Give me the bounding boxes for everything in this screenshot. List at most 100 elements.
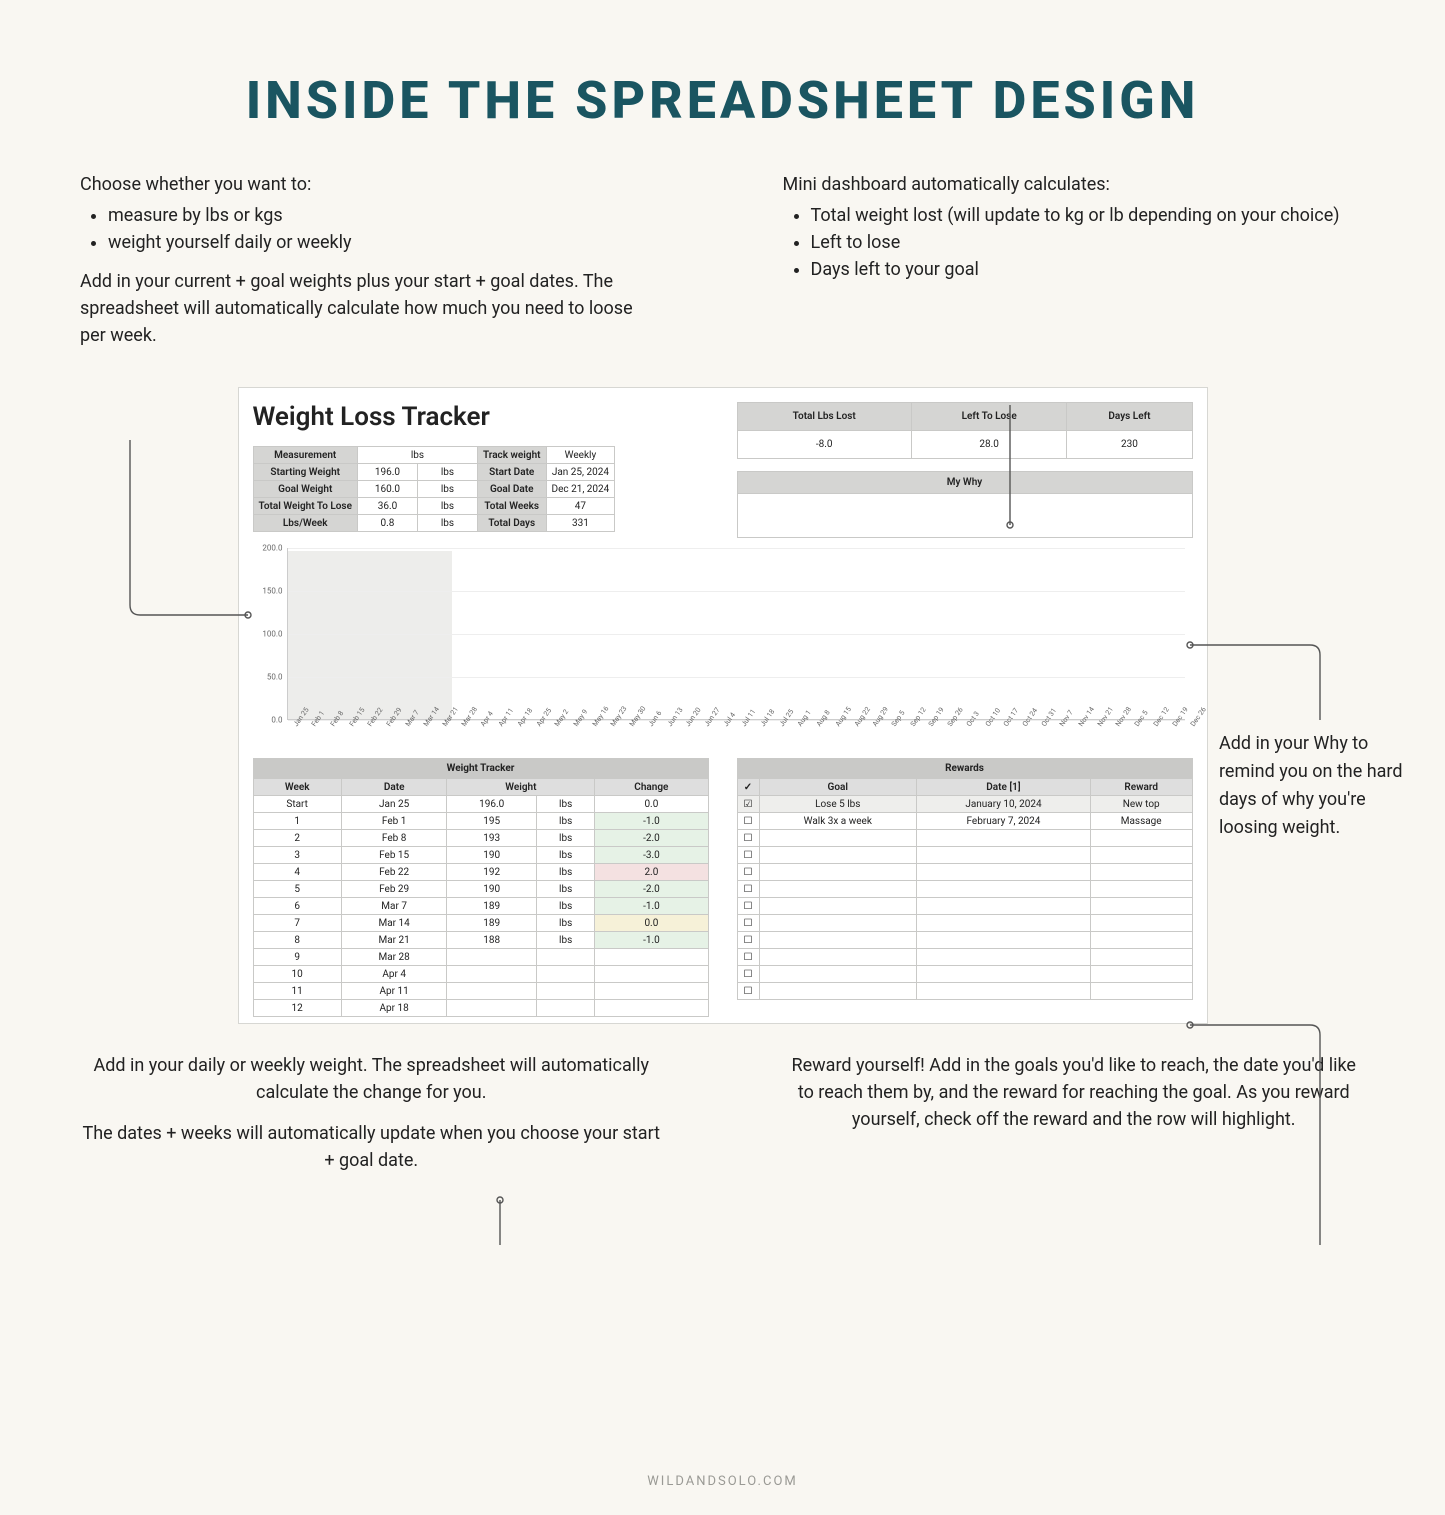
cell[interactable]	[1090, 864, 1192, 881]
reward-checkbox[interactable]: ☐	[737, 915, 759, 932]
cell[interactable]	[1090, 881, 1192, 898]
table-row[interactable]: ☐	[737, 932, 1192, 949]
cell[interactable]: Massage	[1090, 813, 1192, 830]
cell[interactable]	[759, 915, 917, 932]
cell[interactable]: 193	[447, 830, 537, 847]
cell[interactable]	[1090, 898, 1192, 915]
cell[interactable]	[759, 847, 917, 864]
table-row[interactable]: ☐	[737, 864, 1192, 881]
cell: 47	[546, 498, 615, 515]
cell[interactable]: 189	[447, 898, 537, 915]
rewards-table[interactable]: Rewards ✓ Goal Date [1] Reward ☑Lose 5 l…	[737, 758, 1193, 1000]
cell[interactable]: 188	[447, 932, 537, 949]
reward-checkbox[interactable]: ☐	[737, 966, 759, 983]
cell[interactable]	[447, 983, 537, 1000]
cell[interactable]: Weekly	[546, 447, 615, 464]
cell[interactable]	[759, 881, 917, 898]
cell[interactable]: 160.0	[357, 481, 417, 498]
cell[interactable]	[447, 966, 537, 983]
cell[interactable]	[1090, 932, 1192, 949]
cell[interactable]: Lose 5 lbs	[759, 796, 917, 813]
reward-checkbox[interactable]: ☐	[737, 983, 759, 1000]
cell[interactable]: 196.0	[447, 796, 537, 813]
table-row[interactable]: 12Apr 18	[253, 1000, 708, 1017]
cell[interactable]	[917, 932, 1091, 949]
my-why-box[interactable]: My Why	[737, 471, 1193, 538]
cell[interactable]: 189	[447, 915, 537, 932]
cell[interactable]	[759, 949, 917, 966]
cell[interactable]: 190	[447, 847, 537, 864]
reward-checkbox[interactable]: ☐	[737, 847, 759, 864]
table-row[interactable]: ☐	[737, 847, 1192, 864]
cell[interactable]	[759, 864, 917, 881]
table-row[interactable]: 8Mar 21188lbs-1.0	[253, 932, 708, 949]
table-row[interactable]: ☐	[737, 966, 1192, 983]
cell[interactable]	[917, 915, 1091, 932]
cell[interactable]	[447, 949, 537, 966]
table-row[interactable]: 4Feb 22192lbs2.0	[253, 864, 708, 881]
reward-checkbox[interactable]: ☐	[737, 813, 759, 830]
dash-value: -8.0	[737, 431, 911, 459]
cell[interactable]: February 7, 2024	[917, 813, 1091, 830]
cell[interactable]	[759, 898, 917, 915]
cell[interactable]: New top	[1090, 796, 1192, 813]
cell[interactable]: Dec 21, 2024	[546, 481, 615, 498]
cell[interactable]: 195	[447, 813, 537, 830]
my-why-body[interactable]	[737, 494, 1192, 538]
weight-tracker-table[interactable]: Weight Tracker Week Date Weight Change S…	[253, 758, 709, 1017]
cell: -3.0	[595, 847, 708, 864]
cell[interactable]: Walk 3x a week	[759, 813, 917, 830]
cell[interactable]	[1090, 966, 1192, 983]
cell[interactable]	[759, 830, 917, 847]
table-row[interactable]: ☐	[737, 915, 1192, 932]
cell[interactable]: Jan 25, 2024	[546, 464, 615, 481]
cell[interactable]	[1090, 847, 1192, 864]
cell[interactable]: 192	[447, 864, 537, 881]
cell[interactable]	[917, 847, 1091, 864]
table-row[interactable]: 1Feb 1195lbs-1.0	[253, 813, 708, 830]
table-row[interactable]: StartJan 25196.0lbs0.0	[253, 796, 708, 813]
cell[interactable]	[917, 966, 1091, 983]
cell[interactable]	[917, 830, 1091, 847]
table-row[interactable]: 5Feb 29190lbs-2.0	[253, 881, 708, 898]
reward-checkbox[interactable]: ☐	[737, 881, 759, 898]
cell[interactable]: January 10, 2024	[917, 796, 1091, 813]
reward-checkbox[interactable]: ☐	[737, 830, 759, 847]
cell[interactable]	[759, 983, 917, 1000]
cell[interactable]	[447, 1000, 537, 1017]
table-row[interactable]: 3Feb 15190lbs-3.0	[253, 847, 708, 864]
cell[interactable]	[917, 864, 1091, 881]
reward-checkbox[interactable]: ☐	[737, 949, 759, 966]
reward-checkbox[interactable]: ☐	[737, 864, 759, 881]
cell[interactable]: 190	[447, 881, 537, 898]
table-row[interactable]: ☐	[737, 881, 1192, 898]
cell[interactable]	[917, 949, 1091, 966]
cell[interactable]	[917, 898, 1091, 915]
table-row[interactable]: 2Feb 8193lbs-2.0	[253, 830, 708, 847]
cell[interactable]	[917, 881, 1091, 898]
cell[interactable]	[1090, 949, 1192, 966]
cell[interactable]	[759, 932, 917, 949]
reward-checkbox[interactable]: ☐	[737, 932, 759, 949]
table-row[interactable]: 7Mar 14189lbs0.0	[253, 915, 708, 932]
cell[interactable]	[1090, 830, 1192, 847]
cell[interactable]: 196.0	[357, 464, 417, 481]
reward-checkbox[interactable]: ☐	[737, 898, 759, 915]
table-row[interactable]: ☑Lose 5 lbsJanuary 10, 2024New top	[737, 796, 1192, 813]
table-row[interactable]: 6Mar 7189lbs-1.0	[253, 898, 708, 915]
table-row[interactable]: ☐	[737, 983, 1192, 1000]
table-row[interactable]: 10Apr 4	[253, 966, 708, 983]
cell[interactable]: lbs	[357, 447, 477, 464]
table-row[interactable]: 11Apr 11	[253, 983, 708, 1000]
table-row[interactable]: ☐	[737, 830, 1192, 847]
table-row[interactable]: ☐	[737, 898, 1192, 915]
cell[interactable]	[1090, 983, 1192, 1000]
settings-table[interactable]: Measurement lbs Track weight Weekly Star…	[253, 446, 616, 532]
table-row[interactable]: ☐	[737, 949, 1192, 966]
reward-checkbox[interactable]: ☑	[737, 796, 759, 813]
table-row[interactable]: ☐Walk 3x a weekFebruary 7, 2024Massage	[737, 813, 1192, 830]
cell[interactable]	[759, 966, 917, 983]
cell[interactable]	[917, 983, 1091, 1000]
cell[interactable]	[1090, 915, 1192, 932]
table-row[interactable]: 9Mar 28	[253, 949, 708, 966]
